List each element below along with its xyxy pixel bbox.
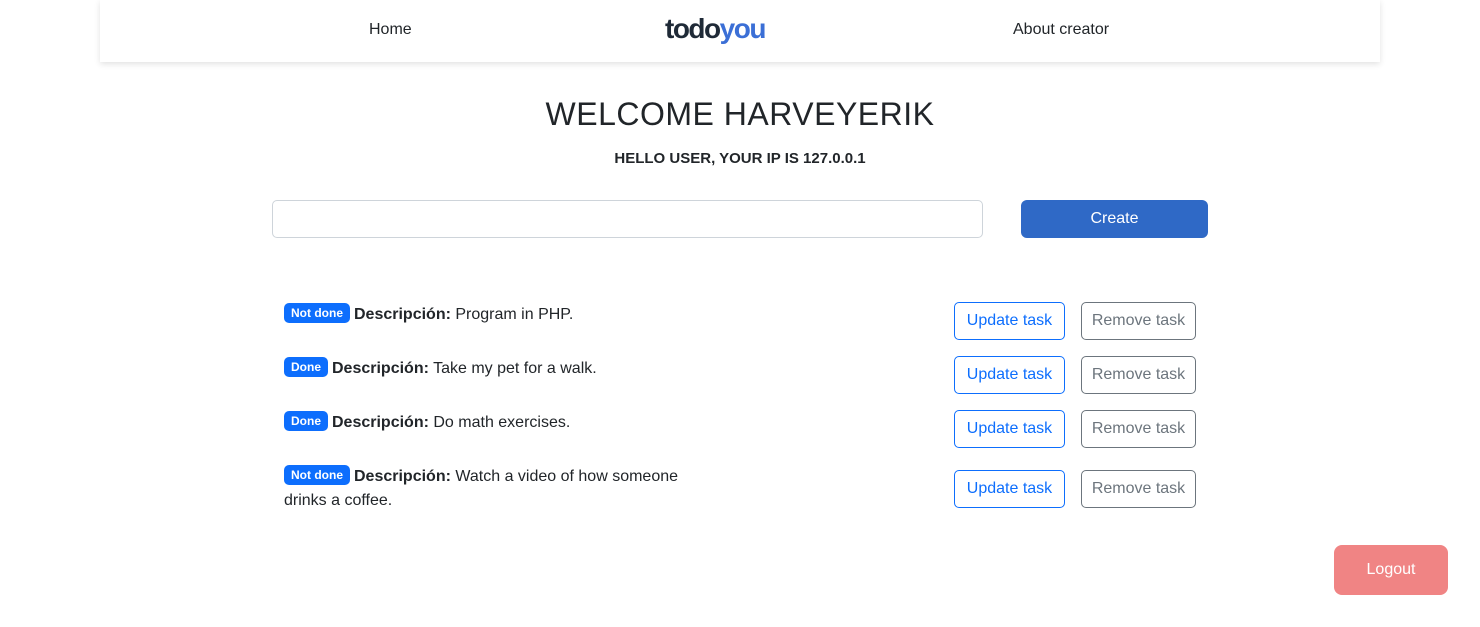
description-text: Do math exercises. [428, 414, 571, 431]
logo-text-you: you [719, 13, 767, 44]
remove-task-button[interactable]: Remove task [1081, 356, 1196, 394]
update-task-button[interactable]: Update task [954, 356, 1065, 394]
remove-task-button[interactable]: Remove task [1081, 470, 1196, 508]
description-label: Descripción: [354, 306, 451, 323]
top-navbar: Home todoyou About creator [100, 0, 1380, 62]
status-badge: Done [284, 411, 328, 431]
description-text: Program in PHP. [450, 306, 574, 323]
status-badge: Done [284, 357, 328, 377]
create-button[interactable]: Create [1021, 200, 1208, 238]
brand-logo[interactable]: todoyou [665, 13, 767, 45]
ip-greeting: HELLO USER, YOUR IP IS 127.0.0.1 [614, 150, 866, 167]
description-text: Take my pet for a walk. [428, 360, 597, 377]
update-task-button[interactable]: Update task [954, 470, 1065, 508]
status-badge: Not done [284, 465, 350, 485]
status-badge: Not done [284, 303, 350, 323]
task-description: Done Descripción: Take my pet for a walk. [284, 357, 724, 381]
nav-home-link[interactable]: Home [369, 21, 412, 39]
update-task-button[interactable]: Update task [954, 410, 1065, 448]
task-description: Done Descripción: Do math exercises. [284, 411, 724, 435]
description-label: Descripción: [354, 468, 451, 485]
remove-task-button[interactable]: Remove task [1081, 302, 1196, 340]
description-label: Descripción: [332, 414, 429, 431]
description-label: Descripción: [332, 360, 429, 377]
logo-text-todo: todo [665, 13, 721, 44]
nav-about-creator-link[interactable]: About creator [1013, 21, 1109, 39]
task-description: Not done Descripción: Watch a video of ho… [284, 465, 724, 513]
remove-task-button[interactable]: Remove task [1081, 410, 1196, 448]
logout-button[interactable]: Logout [1334, 545, 1448, 595]
update-task-button[interactable]: Update task [954, 302, 1065, 340]
new-task-input[interactable] [272, 200, 983, 238]
task-description: Not done Descripción: Program in PHP. [284, 303, 724, 327]
welcome-heading: WELCOME HARVEYERIK [545, 96, 935, 132]
